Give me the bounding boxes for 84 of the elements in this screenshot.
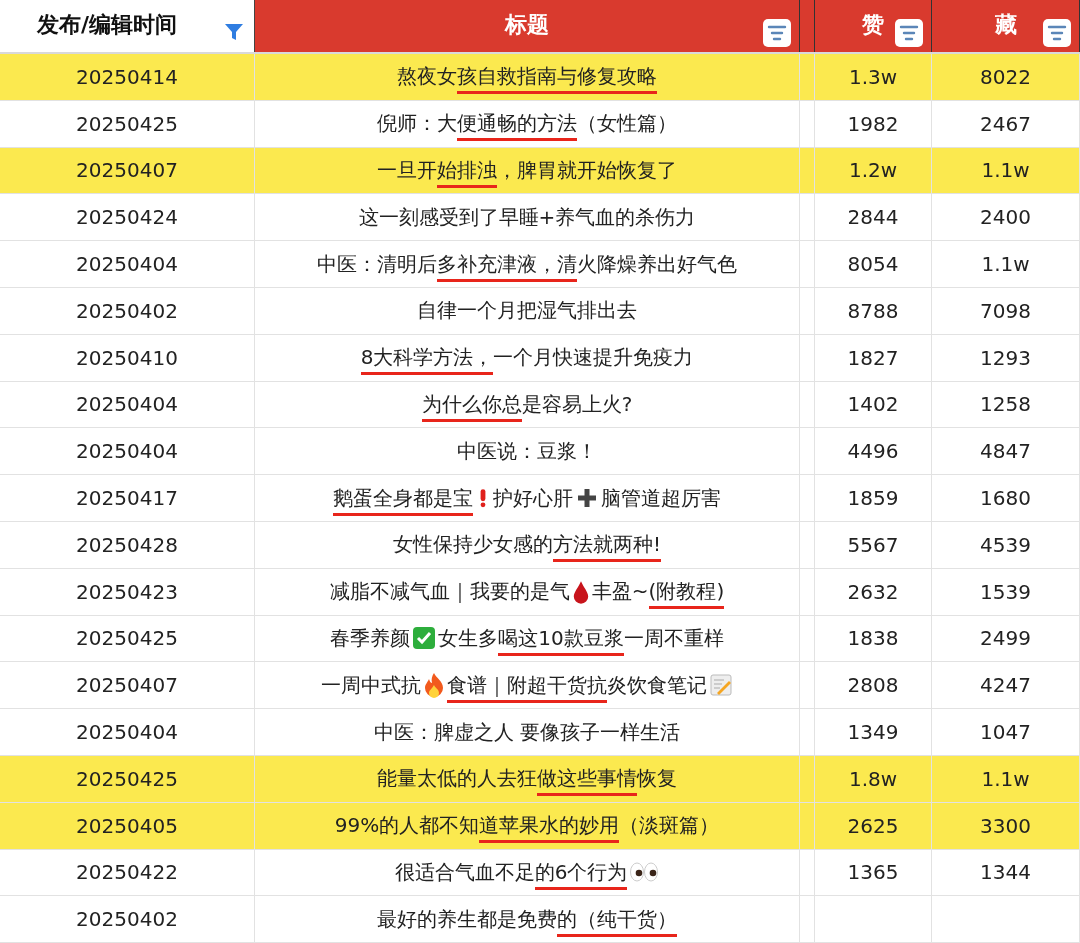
title-text: 99%的人都不知道苹果水的妙用（淡斑篇） [334,812,720,840]
memo-icon [709,673,733,698]
title-text: 能量太低的人去狂做这些事情恢复 [377,765,677,793]
title-text: 倪师：大便通畅的方法（女性篇） [377,110,677,138]
title-text: 熬夜女孩自救指南与修复攻略 [397,63,657,91]
flame-icon [423,672,445,699]
title-text: 这一刻感受到了早睡+养气血的杀伤力 [358,203,696,231]
title-text: 女性保持少女感的方法就两种! [393,531,661,559]
date-cell: 20250407 [76,158,178,183]
likes-cell: 1.2w [848,158,898,183]
title-text: 减脂不减气血｜我要的是气 [329,578,570,606]
likes-cell: 1365 [847,860,899,885]
likes-cell: 1827 [847,345,899,370]
likes-cell: 1349 [847,720,899,745]
date-cell: 20250424 [76,205,178,230]
date-cell: 20250404 [76,720,178,745]
date-cell: 20250428 [76,532,178,557]
date-cell: 20250425 [76,766,178,791]
likes-cell: 1402 [847,392,899,417]
date-cell: 20250417 [76,486,178,511]
title-text: 丰盈~(附教程) [591,578,725,606]
title-text: 中医说：豆浆！ [457,437,597,465]
saves-cell: 2467 [980,111,1031,136]
saves-cell: 2499 [980,626,1031,651]
column-header[interactable] [800,0,815,52]
title-text: 一周中式抗 [321,671,421,699]
saves-cell: 1293 [980,345,1031,370]
filter-menu-icon[interactable] [895,19,923,47]
likes-cell: 8054 [847,252,899,277]
saves-cell: 1539 [980,579,1031,604]
filter-menu-icon[interactable] [1043,19,1071,47]
date-cell: 20250402 [76,298,178,323]
saves-cell: 3300 [980,813,1031,838]
saves-cell: 8022 [980,64,1031,89]
saves-cell: 7098 [980,298,1031,323]
saves-cell: 4847 [980,439,1031,464]
saves-cell: 4539 [980,532,1031,557]
filter-menu-icon[interactable] [763,19,791,47]
saves-cell: 1680 [980,486,1031,511]
saves-cell: 1.1w [981,252,1030,277]
saves-cell: 1.1w [981,766,1030,791]
saves-cell: 4247 [980,673,1031,698]
likes-cell: 1859 [847,486,899,511]
title-text: 春季养颜 [330,624,411,652]
title-text: 脑管道超厉害 [601,484,721,512]
likes-cell: 2844 [847,205,899,230]
likes-cell: 5567 [847,532,899,557]
saves-cell: 1047 [980,720,1031,745]
filter-icon[interactable] [224,22,244,42]
likes-cell: 1.8w [848,766,898,791]
date-cell: 20250402 [76,907,178,932]
date-cell: 20250404 [76,252,178,277]
date-cell: 20250423 [76,579,178,604]
title-text: 护好心肝 [493,484,573,512]
column-header[interactable]: 标题 [255,0,800,52]
title-text: 自律一个月把湿气排出去 [417,297,637,325]
date-cell: 20250404 [76,392,178,417]
drop-icon [571,579,590,604]
likes-cell: 8788 [847,298,899,323]
title-text: 中医：脾虚之人 要像孩子一样生活 [373,718,681,746]
column-header[interactable]: 藏 [932,0,1080,52]
column-header[interactable]: 赞 [815,0,932,52]
saves-cell: 1258 [980,392,1031,417]
date-cell: 20250425 [76,111,178,136]
likes-cell: 1982 [847,111,899,136]
saves-cell: 1.1w [981,158,1030,183]
likes-cell: 2632 [847,579,899,604]
date-cell: 20250425 [76,626,178,651]
saves-cell: 1344 [980,860,1031,885]
saves-cell: 2400 [980,205,1031,230]
date-cell: 20250407 [76,673,178,698]
likes-cell: 2625 [847,813,899,838]
date-cell: 20250422 [76,860,178,885]
likes-cell: 4496 [847,439,899,464]
likes-cell: 1838 [847,626,899,651]
title-text: 8大科学方法，一个月快速提升免疫力 [360,344,694,372]
likes-cell: 2808 [847,673,899,698]
date-cell: 20250414 [76,64,178,89]
date-cell: 20250404 [76,439,178,464]
checkmark-icon [412,626,437,651]
eyes-icon [629,861,660,884]
likes-cell: 1.3w [848,64,898,89]
date-cell: 20250405 [76,813,178,838]
date-cell: 20250410 [76,345,178,370]
